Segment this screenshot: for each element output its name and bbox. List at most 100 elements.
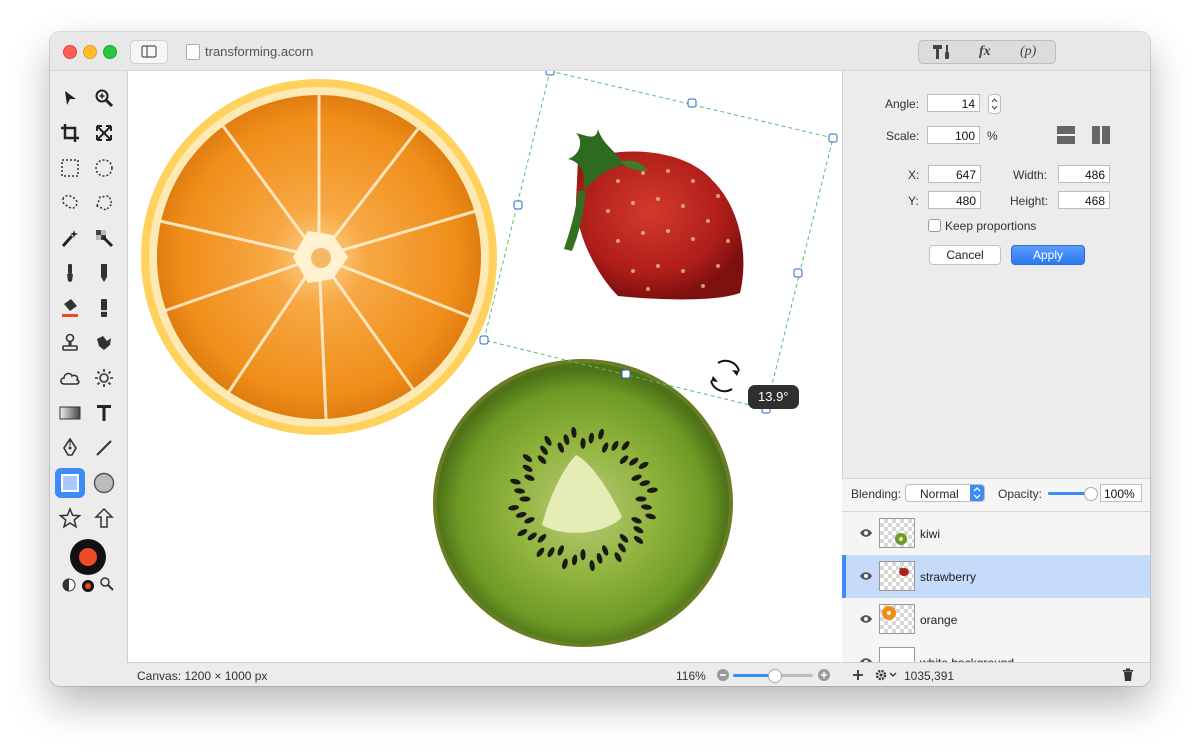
flip-vertical-icon[interactable] xyxy=(1056,125,1076,145)
default-colors-icon[interactable] xyxy=(81,579,95,593)
move-tool[interactable] xyxy=(56,84,84,112)
canvas[interactable]: 13.9° xyxy=(127,71,843,662)
magic-wand-tool[interactable] xyxy=(56,224,84,252)
star-icon xyxy=(59,507,81,529)
ellipse-select-tool[interactable] xyxy=(90,154,118,182)
paint-bucket-icon xyxy=(62,299,78,317)
dodge-tool[interactable] xyxy=(90,364,118,392)
app-window: transforming.acorn fx (p) 13.9° Canvas: … xyxy=(50,32,1150,686)
apply-button[interactable]: Apply xyxy=(1011,245,1085,265)
rect-marquee-icon xyxy=(61,159,79,177)
pencil-tool[interactable] xyxy=(90,259,118,287)
line-tool[interactable] xyxy=(90,434,118,462)
polygon-lasso-icon xyxy=(96,195,113,211)
cancel-button[interactable]: Cancel xyxy=(929,245,1001,265)
add-layer-icon[interactable] xyxy=(852,669,864,681)
polygon-lasso-tool[interactable] xyxy=(90,189,118,217)
eye-icon[interactable] xyxy=(859,571,873,581)
layer-thumbnail xyxy=(879,604,915,634)
clone-stamp-tool[interactable] xyxy=(56,329,84,357)
height-label: Height: xyxy=(1010,194,1049,208)
eye-icon[interactable] xyxy=(859,614,873,624)
expand-arrows-icon xyxy=(96,125,112,141)
sun-icon xyxy=(95,369,113,387)
gradient-icon xyxy=(59,406,81,420)
gear-icon[interactable] xyxy=(874,668,898,682)
smudge-icon xyxy=(97,336,111,350)
fx-inspector-tab[interactable]: fx xyxy=(979,44,991,60)
transform-handle[interactable] xyxy=(479,335,489,345)
document-icon xyxy=(186,44,200,60)
trash-icon[interactable] xyxy=(1122,668,1134,682)
arrow-shape-tool[interactable] xyxy=(90,504,118,532)
transform-handle[interactable] xyxy=(687,98,697,108)
instant-alpha-tool[interactable] xyxy=(90,224,118,252)
eraser-tool[interactable] xyxy=(90,294,118,322)
transform-handle[interactable] xyxy=(621,369,631,379)
kiwi-seed xyxy=(580,437,586,449)
magic-wand-icon xyxy=(61,230,78,248)
properties-inspector-tab[interactable]: (p) xyxy=(1020,44,1036,60)
text-icon xyxy=(97,405,111,421)
crop-tool[interactable] xyxy=(56,119,84,147)
layer-row-strawberry[interactable]: strawberry xyxy=(842,555,1150,599)
transform-handle[interactable] xyxy=(513,200,523,210)
zoom-out-icon[interactable] xyxy=(716,668,730,682)
height-field[interactable]: 468 xyxy=(1058,191,1110,209)
color-picker-icon[interactable] xyxy=(99,576,115,592)
flip-horizontal-icon[interactable] xyxy=(1091,125,1111,145)
zoom-tool[interactable] xyxy=(90,84,118,112)
sidebar-toggle-button[interactable] xyxy=(130,40,168,64)
gradient-tool[interactable] xyxy=(56,399,84,427)
rect-select-tool[interactable] xyxy=(56,154,84,182)
angle-stepper[interactable] xyxy=(988,94,1001,114)
star-shape-tool[interactable] xyxy=(56,504,84,532)
x-field[interactable]: 647 xyxy=(928,165,981,183)
blending-select[interactable]: Normal xyxy=(905,484,985,502)
width-field[interactable]: 486 xyxy=(1058,165,1110,183)
text-tool[interactable] xyxy=(90,399,118,427)
canvas-size-label: Canvas: 1200 × 1000 px xyxy=(137,669,268,683)
angle-field[interactable]: 14 xyxy=(927,94,980,112)
layer-row-kiwi[interactable]: kiwi xyxy=(842,512,1150,556)
transform-handle[interactable] xyxy=(793,268,803,278)
transform-handle[interactable] xyxy=(828,133,838,143)
smudge-tool[interactable] xyxy=(90,329,118,357)
lasso-tool[interactable] xyxy=(56,189,84,217)
kiwi-seed xyxy=(519,496,531,502)
close-window-button[interactable] xyxy=(63,45,77,59)
opacity-slider-knob[interactable] xyxy=(1084,487,1098,501)
zoom-window-button[interactable] xyxy=(103,45,117,59)
zoom-slider-knob[interactable] xyxy=(768,669,782,683)
scale-field[interactable]: 100 xyxy=(927,126,980,144)
pencil-icon xyxy=(101,264,107,282)
crop-icon xyxy=(61,124,79,142)
brush-tool[interactable] xyxy=(56,259,84,287)
zoom-icon xyxy=(95,89,114,108)
kiwi-seed xyxy=(635,496,647,502)
zoom-in-icon[interactable] xyxy=(817,668,831,682)
eye-icon[interactable] xyxy=(859,528,873,538)
layer-row-orange[interactable]: orange xyxy=(842,598,1150,642)
y-field[interactable]: 480 xyxy=(928,191,981,209)
opacity-field[interactable]: 100% xyxy=(1100,484,1142,502)
burn-tool[interactable] xyxy=(56,364,84,392)
oval-shape-tool[interactable] xyxy=(90,469,118,497)
blending-value: Normal xyxy=(920,487,959,501)
keep-proportions-checkbox[interactable] xyxy=(928,219,941,232)
resize-tool[interactable] xyxy=(90,119,118,147)
paint-bucket-tool[interactable] xyxy=(56,294,84,322)
stroke-color-well[interactable] xyxy=(70,539,106,575)
pen-tool[interactable] xyxy=(56,434,84,462)
y-label: Y: xyxy=(908,194,919,208)
tools-inspector-tab[interactable] xyxy=(931,44,953,63)
opacity-label: Opacity: xyxy=(998,487,1043,501)
fill-color-well[interactable] xyxy=(79,548,97,566)
opacity-slider[interactable] xyxy=(1048,487,1098,501)
transform-handle[interactable] xyxy=(545,71,555,76)
minimize-window-button[interactable] xyxy=(83,45,97,59)
zoom-slider[interactable] xyxy=(733,669,813,683)
swap-colors-icon[interactable] xyxy=(62,578,76,592)
cursor-coordinates: 1035,391 xyxy=(904,669,955,683)
rectangle-shape-tool[interactable] xyxy=(55,468,85,498)
